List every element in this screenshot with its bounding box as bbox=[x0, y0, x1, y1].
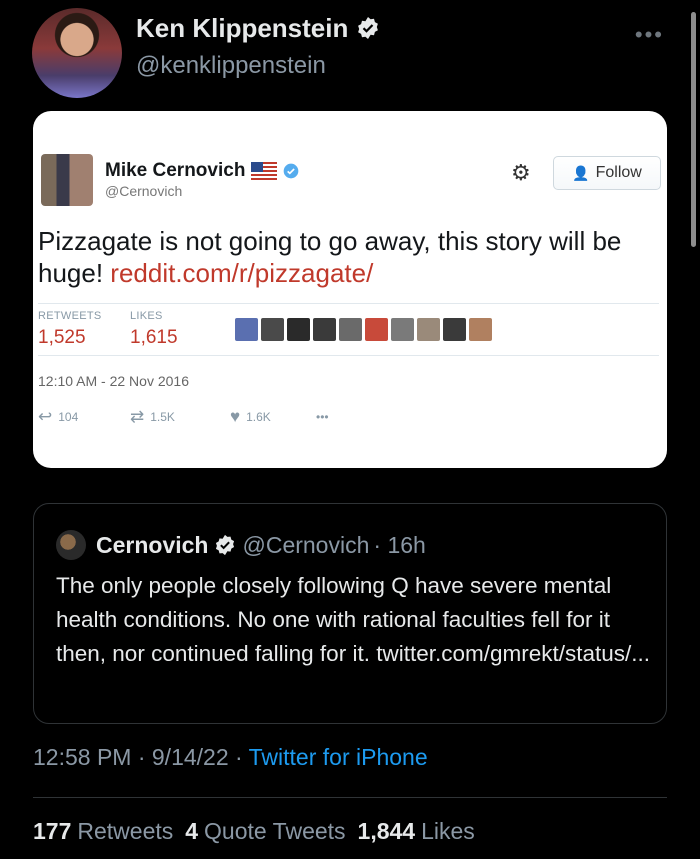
verified-icon bbox=[358, 17, 379, 39]
retweet-icon: ⇄ bbox=[130, 407, 145, 426]
tweet-stats: 177 Retweets 4 Quote Tweets 1,844 Likes bbox=[33, 818, 475, 845]
liker-avatar bbox=[261, 318, 284, 341]
liker-avatar bbox=[365, 318, 388, 341]
quotes-stat-label: Quote Tweets bbox=[204, 818, 346, 844]
likes-count: 1,844 bbox=[357, 818, 416, 844]
likes-stat[interactable]: 1,844 Likes bbox=[358, 818, 475, 845]
divider bbox=[38, 303, 659, 304]
liker-avatars bbox=[235, 318, 492, 341]
avatar[interactable] bbox=[32, 8, 122, 98]
retweets-stat[interactable]: 177 Retweets bbox=[33, 818, 173, 845]
quoted-avatar bbox=[56, 530, 86, 560]
tweet-timestamp[interactable]: 12:58 PM · 9/14/22 · bbox=[33, 744, 249, 770]
author-name-row[interactable]: Ken Klippenstein bbox=[136, 13, 380, 44]
liker-avatar bbox=[443, 318, 466, 341]
quoted-time: · 16h bbox=[373, 531, 426, 558]
more-options-icon[interactable]: ••• bbox=[635, 22, 664, 48]
author-name[interactable]: Ken Klippenstein bbox=[136, 13, 348, 44]
tweet-meta: 12:58 PM · 9/14/22 · Twitter for iPhone bbox=[33, 744, 428, 771]
retweets-value: 1,525 bbox=[38, 327, 86, 348]
reply-icon: ↩ bbox=[38, 407, 53, 426]
reply-count: 104 bbox=[58, 410, 79, 424]
retweets-label: RETWEETS bbox=[38, 310, 102, 322]
add-user-icon: 👤 bbox=[572, 164, 590, 181]
scrollbar[interactable] bbox=[691, 12, 696, 247]
quoted-text: The only people closely following Q have… bbox=[56, 573, 651, 666]
liker-avatar bbox=[235, 318, 258, 341]
gear-icon: ⚙ bbox=[511, 160, 531, 185]
tweet-source-link[interactable]: Twitter for iPhone bbox=[249, 744, 428, 770]
follow-button: 👤 Follow bbox=[553, 156, 661, 190]
tweet-author: Ken Klippenstein @kenklippenstein bbox=[32, 8, 380, 98]
quoted-tweet[interactable]: Cernovich @Cernovich · 16h The only peop… bbox=[33, 503, 667, 724]
retweets-count: 177 bbox=[33, 818, 72, 844]
follow-label: Follow bbox=[595, 164, 642, 181]
quoted-name: Cernovich bbox=[96, 531, 209, 558]
embedded-handle: @Cernovich bbox=[105, 183, 183, 199]
liker-avatar bbox=[469, 318, 492, 341]
divider bbox=[33, 797, 667, 798]
retweet-count: 1.5K bbox=[150, 410, 175, 424]
embedded-link: reddit.com/r/pizzagate/ bbox=[110, 258, 374, 288]
embedded-tweet-image: Mike Cernovich @Cernovich ⚙ 👤 Follow Piz… bbox=[33, 111, 667, 468]
liker-avatar bbox=[391, 318, 414, 341]
embedded-tweet-text: Pizzagate is not going to go away, this … bbox=[38, 225, 648, 289]
likes-label: LIKES bbox=[130, 310, 163, 322]
embedded-name: Mike Cernovich bbox=[105, 160, 246, 181]
liker-avatar bbox=[417, 318, 440, 341]
author-handle[interactable]: @kenklippenstein bbox=[136, 52, 380, 80]
retweets-stat-label: Retweets bbox=[77, 818, 174, 844]
liker-avatar bbox=[339, 318, 362, 341]
embedded-avatar bbox=[41, 154, 93, 206]
embedded-name-row: Mike Cernovich bbox=[105, 160, 299, 182]
quotes-count: 4 bbox=[185, 818, 199, 844]
divider bbox=[38, 355, 659, 356]
quotes-stat[interactable]: 4 Quote Tweets bbox=[185, 818, 345, 845]
embedded-date: 12:10 AM - 22 Nov 2016 bbox=[38, 373, 189, 389]
us-flag-icon bbox=[251, 162, 278, 180]
like-count: 1.6K bbox=[246, 410, 271, 424]
verified-icon bbox=[284, 163, 299, 179]
liker-avatar bbox=[287, 318, 310, 341]
likes-stat-label: Likes bbox=[421, 818, 475, 844]
embedded-actions: ↩ 104 ⇄ 1.5K ♥ 1.6K ••• bbox=[38, 407, 329, 427]
likes-value: 1,615 bbox=[130, 327, 178, 348]
more-icon: ••• bbox=[316, 410, 329, 424]
liker-avatar bbox=[313, 318, 336, 341]
quoted-handle: @Cernovich bbox=[242, 531, 370, 558]
heart-icon: ♥ bbox=[230, 407, 241, 426]
quoted-tweet-header: Cernovich @Cernovich · 16h bbox=[56, 530, 426, 560]
verified-icon bbox=[216, 534, 235, 556]
